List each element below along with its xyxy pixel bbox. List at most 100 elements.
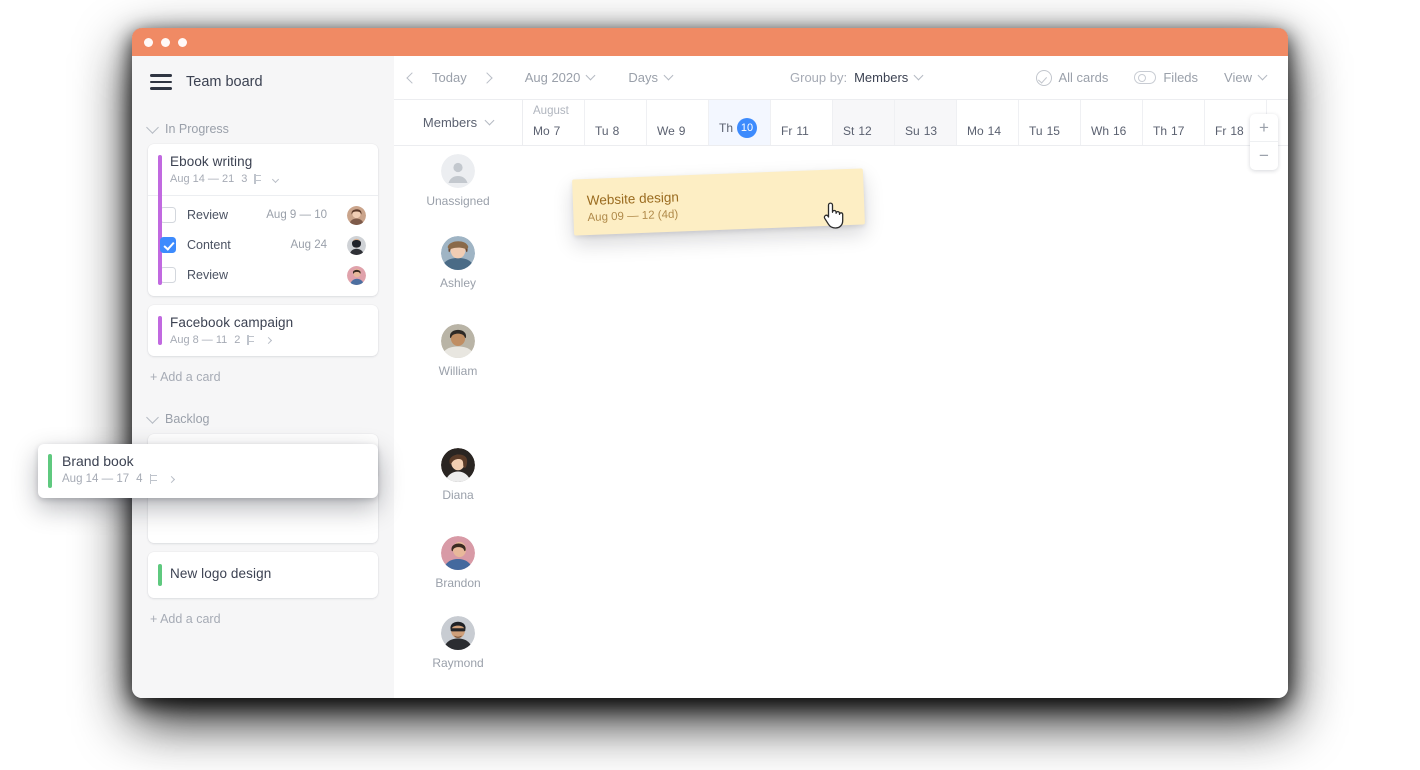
card-title: Facebook campaign xyxy=(170,315,294,330)
member-name: Diana xyxy=(442,488,474,502)
card-subtask-count: 3 xyxy=(241,173,248,185)
subtask-date: Aug 24 xyxy=(290,239,327,251)
subtask-row[interactable]: Review Aug 9 — 10 xyxy=(160,200,366,230)
add-card-in-progress[interactable]: + Add a card xyxy=(148,365,378,398)
card-color-stripe xyxy=(48,454,52,488)
day-header-wh-16[interactable]: Wh 16 xyxy=(1081,100,1143,145)
day-of-week: Tu xyxy=(595,124,609,138)
day-header-su-13[interactable]: Su 13 xyxy=(895,100,957,145)
day-number: 12 xyxy=(858,124,872,138)
window-titlebar xyxy=(132,28,1288,56)
day-of-week: Su xyxy=(905,124,920,138)
card-color-stripe xyxy=(158,316,162,345)
day-label: We 9 xyxy=(657,124,685,138)
toggle-icon xyxy=(1134,71,1157,84)
member-name: William xyxy=(438,364,478,378)
day-of-week: Th xyxy=(1153,124,1168,138)
sidebar-card-facebook-campaign[interactable]: Facebook campaign Aug 8 — 11 2 xyxy=(148,305,378,356)
month-selector[interactable]: Aug 2020 xyxy=(524,70,596,85)
sidebar-group-label: In Progress xyxy=(165,122,229,136)
all-cards-button[interactable]: All cards xyxy=(1035,69,1109,86)
member-diana[interactable]: Diana xyxy=(394,448,522,502)
hamburger-menu-icon[interactable] xyxy=(150,74,172,90)
day-of-week: Th xyxy=(719,121,734,135)
day-of-week: Wh xyxy=(1091,124,1109,138)
day-header-th-10[interactable]: Th 10 xyxy=(709,100,771,145)
day-label: Fr 11 xyxy=(781,124,809,138)
card-dates: Aug 14 — 17 xyxy=(62,473,130,485)
day-header-tu-8[interactable]: Tu 8 xyxy=(585,100,647,145)
subtask-row[interactable]: Review xyxy=(160,260,366,290)
prev-period-icon[interactable] xyxy=(406,71,418,84)
members-column-header[interactable]: Members xyxy=(394,100,523,145)
avatar[interactable] xyxy=(347,235,366,255)
day-header-mo-7[interactable]: August Mo 7 xyxy=(523,100,585,145)
day-of-week: We xyxy=(657,124,675,138)
sidebar-group-in-progress[interactable]: In Progress xyxy=(146,114,378,144)
chevron-down-icon xyxy=(484,115,495,126)
window-minimize-button[interactable] xyxy=(161,37,170,47)
day-header-st-12[interactable]: St 12 xyxy=(833,100,895,145)
screenshot-root: Team board In Progress Ebook writing Aug… xyxy=(0,0,1420,770)
day-header-tu-15[interactable]: Tu 15 xyxy=(1019,100,1081,145)
avatar[interactable] xyxy=(347,265,366,285)
view-menu[interactable]: View xyxy=(1224,70,1268,85)
dragging-sidebar-card[interactable]: Brand book Aug 14 — 17 4 xyxy=(38,444,378,498)
chevron-down-icon[interactable] xyxy=(272,175,280,183)
zoom-in-button[interactable]: + xyxy=(1250,114,1278,142)
day-of-week: Fr xyxy=(1215,124,1227,138)
month-label: August xyxy=(533,105,569,117)
day-label: Th 10 xyxy=(719,118,758,138)
gantt-toolbar: Today Aug 2020 Days Group by: Members Al… xyxy=(394,56,1288,100)
member-unassigned[interactable]: Unassigned xyxy=(394,154,522,208)
chevron-down-icon xyxy=(585,70,596,81)
member-brandon[interactable]: Brandon xyxy=(394,536,522,590)
day-of-week: Mo xyxy=(967,124,984,138)
day-header-we-9[interactable]: We 9 xyxy=(647,100,709,145)
day-number: 9 xyxy=(678,124,686,138)
avatar[interactable] xyxy=(347,205,366,225)
today-button[interactable]: Today xyxy=(432,70,467,85)
fields-toggle[interactable]: Fileds xyxy=(1134,70,1198,85)
add-card-backlog[interactable]: + Add a card xyxy=(148,607,378,640)
sidebar-group-label: Backlog xyxy=(165,412,210,426)
subtask-checkbox[interactable] xyxy=(160,267,176,283)
main-panel: Today Aug 2020 Days Group by: Members Al… xyxy=(394,56,1288,698)
day-header-th-17[interactable]: Th 17 xyxy=(1143,100,1205,145)
zoom-out-button[interactable]: − xyxy=(1250,142,1278,170)
sidebar-card-new-logo-design[interactable]: New logo design xyxy=(148,552,378,598)
day-header-fr-11[interactable]: Fr 11 xyxy=(771,100,833,145)
gantt-timeline-header: Members August Mo 7 Tu 8 We 9 Th 10 Fr 11 St 12 Su 13 M… xyxy=(394,100,1288,146)
member-name: Raymond xyxy=(432,656,484,670)
day-label: St 12 xyxy=(843,124,872,138)
card-dates: Aug 8 — 11 xyxy=(170,334,228,346)
avatar xyxy=(441,536,475,570)
window-close-button[interactable] xyxy=(144,37,153,47)
member-william[interactable]: William xyxy=(394,324,522,378)
member-raymond[interactable]: Raymond xyxy=(394,616,522,670)
member-ashley[interactable]: Ashley xyxy=(394,236,522,290)
scale-selector[interactable]: Days xyxy=(628,70,674,85)
next-period-icon[interactable] xyxy=(481,71,493,84)
avatar xyxy=(441,616,475,650)
chevron-down-icon xyxy=(146,120,159,134)
day-header-mo-14[interactable]: Mo 14 xyxy=(957,100,1019,145)
sidebar-card-ebook-writing[interactable]: Ebook writing Aug 14 — 21 3 Review Aug 9… xyxy=(148,144,378,296)
day-of-week: Tu xyxy=(1029,124,1043,138)
sidebar-group-backlog[interactable]: Backlog xyxy=(146,404,378,434)
chevron-right-icon[interactable] xyxy=(265,336,273,344)
all-cards-label: All cards xyxy=(1058,70,1109,85)
card-title: Ebook writing xyxy=(170,154,253,169)
window-maximize-button[interactable] xyxy=(178,37,187,47)
chevron-right-icon[interactable] xyxy=(167,475,175,483)
subtask-row[interactable]: Content Aug 24 xyxy=(160,230,366,260)
app-window: Team board In Progress Ebook writing Aug… xyxy=(132,28,1288,698)
day-label: Mo 7 xyxy=(533,124,560,138)
group-by-selector[interactable]: Group by: Members xyxy=(790,70,924,85)
subtask-checkbox[interactable] xyxy=(160,237,176,253)
subtask-checkbox[interactable] xyxy=(160,207,176,223)
day-number: 11 xyxy=(796,124,809,138)
day-number: 17 xyxy=(1171,124,1185,138)
card-header: Facebook campaign Aug 8 — 11 2 xyxy=(148,305,378,356)
month-label: Aug 2020 xyxy=(524,70,581,85)
